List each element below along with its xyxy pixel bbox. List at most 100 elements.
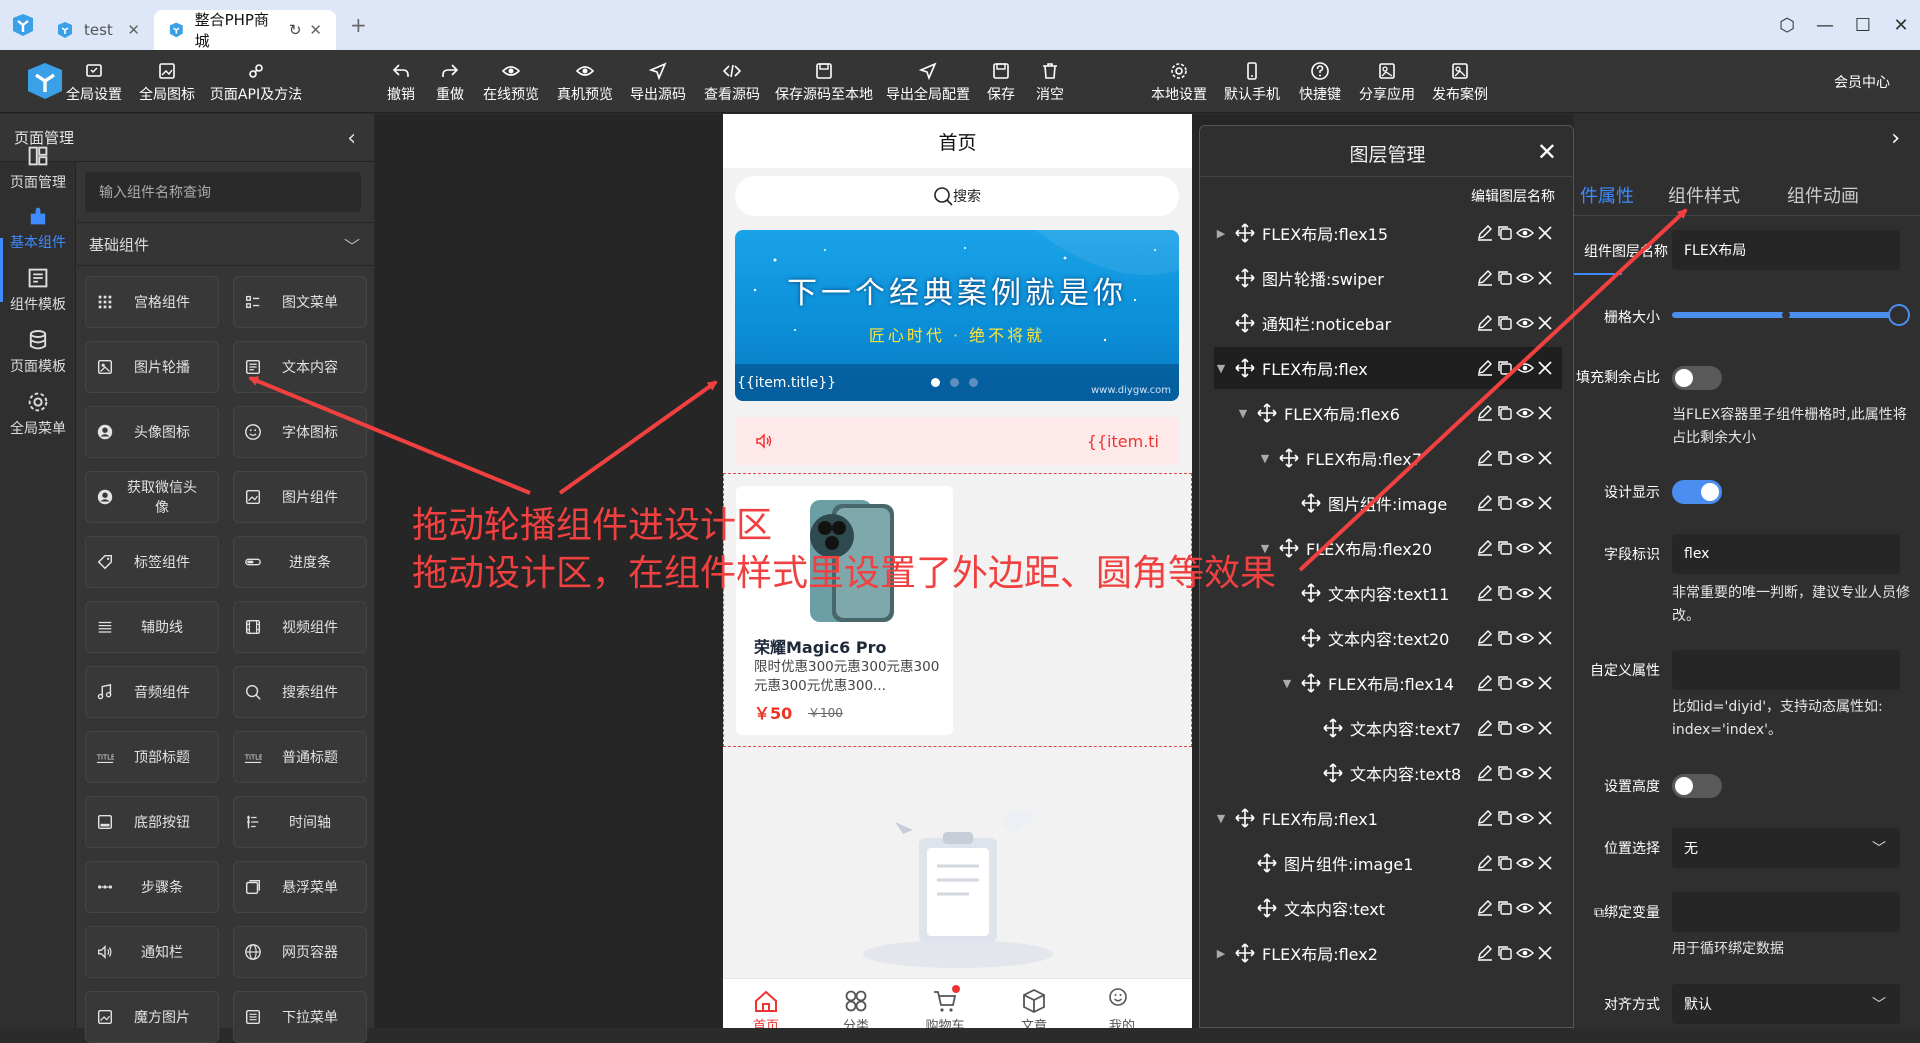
delete-icon[interactable] bbox=[1536, 584, 1554, 602]
component-item[interactable]: 悬浮菜单 bbox=[233, 861, 367, 913]
custom-attr-input[interactable] bbox=[1672, 650, 1900, 690]
grid-size-slider[interactable] bbox=[1672, 304, 1910, 326]
edit-icon[interactable] bbox=[1476, 404, 1494, 422]
drag-handle-icon[interactable] bbox=[1234, 222, 1256, 244]
fill-remaining-toggle[interactable] bbox=[1672, 366, 1722, 390]
edit-icon[interactable] bbox=[1476, 269, 1494, 287]
drag-handle-icon[interactable] bbox=[1256, 897, 1278, 919]
layer-row[interactable]: 图片组件:image bbox=[1214, 482, 1562, 524]
bind-var-input[interactable] bbox=[1672, 892, 1900, 932]
settings-hex-icon[interactable]: ⬡ bbox=[1768, 15, 1806, 36]
edit-icon[interactable] bbox=[1476, 224, 1494, 242]
component-item[interactable]: 文本内容 bbox=[233, 341, 367, 393]
position-select[interactable]: 无 ﹀ bbox=[1672, 828, 1900, 868]
copy-icon[interactable] bbox=[1496, 674, 1514, 692]
toolbar-button-center-7[interactable]: 导出全局配置 bbox=[886, 61, 970, 104]
component-item[interactable]: 进度条 bbox=[233, 536, 367, 588]
drag-handle-icon[interactable] bbox=[1256, 852, 1278, 874]
rail-item-3[interactable]: 页面模板 bbox=[0, 328, 76, 376]
browser-app-logo-icon[interactable] bbox=[4, 6, 42, 44]
eye-icon[interactable] bbox=[1516, 899, 1534, 917]
collapse-left-icon[interactable]: ‹ bbox=[347, 126, 356, 151]
edit-icon[interactable] bbox=[1476, 764, 1494, 782]
layer-row[interactable]: 文本内容:text8 bbox=[1214, 752, 1562, 794]
edit-icon[interactable] bbox=[1476, 854, 1494, 872]
delete-icon[interactable] bbox=[1536, 809, 1554, 827]
rail-item-2[interactable]: 组件模板 bbox=[0, 266, 76, 314]
component-item[interactable]: 视频组件 bbox=[233, 601, 367, 653]
slider-knob[interactable] bbox=[1888, 304, 1910, 326]
copy-icon[interactable] bbox=[1496, 764, 1514, 782]
copy-icon[interactable] bbox=[1496, 269, 1514, 287]
eye-icon[interactable] bbox=[1516, 629, 1534, 647]
layer-row[interactable]: ▶ FLEX布局:flex15 bbox=[1214, 212, 1562, 254]
field-id-input[interactable]: flex bbox=[1672, 534, 1900, 574]
expand-arrow-icon[interactable]: ▼ bbox=[1258, 452, 1272, 465]
reload-icon[interactable]: ↻ bbox=[289, 21, 302, 39]
drag-handle-icon[interactable] bbox=[1300, 492, 1322, 514]
maximize-icon[interactable]: ☐ bbox=[1844, 15, 1882, 36]
eye-icon[interactable] bbox=[1516, 944, 1534, 962]
drag-handle-icon[interactable] bbox=[1256, 402, 1278, 424]
eye-icon[interactable] bbox=[1516, 224, 1534, 242]
rail-item-4[interactable]: 全局菜单 bbox=[0, 390, 76, 438]
component-item[interactable]: 通知栏 bbox=[85, 926, 219, 978]
component-category-header[interactable]: 基础组件 ﹀ bbox=[77, 222, 374, 266]
delete-icon[interactable] bbox=[1536, 674, 1554, 692]
toolbar-button-center-3[interactable]: 真机预览 bbox=[545, 61, 625, 104]
component-item[interactable]: 步骤条 bbox=[85, 861, 219, 913]
copy-icon[interactable] bbox=[1496, 584, 1514, 602]
delete-icon[interactable] bbox=[1536, 764, 1554, 782]
component-item[interactable]: 音频组件 bbox=[85, 666, 219, 718]
swiper-dot-active[interactable] bbox=[931, 378, 940, 387]
component-item[interactable]: 下拉菜单 bbox=[233, 991, 367, 1043]
layer-row[interactable]: ▼ FLEX布局:flex bbox=[1214, 347, 1562, 389]
eye-icon[interactable] bbox=[1516, 314, 1534, 332]
edit-layer-name-button[interactable]: 编辑图层名称 bbox=[1471, 186, 1555, 206]
delete-icon[interactable] bbox=[1536, 899, 1554, 917]
tab-component-animation[interactable]: 组件动画 bbox=[1787, 182, 1859, 208]
set-height-toggle[interactable] bbox=[1672, 774, 1722, 798]
component-item[interactable]: 辅助线 bbox=[85, 601, 219, 653]
tab-component-style[interactable]: 组件样式 bbox=[1668, 182, 1740, 208]
eye-icon[interactable] bbox=[1516, 269, 1534, 287]
drag-handle-icon[interactable] bbox=[1234, 267, 1256, 289]
edit-icon[interactable] bbox=[1476, 899, 1494, 917]
copy-icon[interactable] bbox=[1496, 899, 1514, 917]
rail-item-0[interactable]: 页面管理 bbox=[0, 144, 76, 192]
layer-row[interactable]: ▶ FLEX布局:flex2 bbox=[1214, 932, 1562, 974]
eye-icon[interactable] bbox=[1516, 854, 1534, 872]
edit-icon[interactable] bbox=[1476, 449, 1494, 467]
delete-icon[interactable] bbox=[1536, 944, 1554, 962]
edit-icon[interactable] bbox=[1476, 359, 1494, 377]
layer-row[interactable]: ▼ FLEX布局:flex7 bbox=[1214, 437, 1562, 479]
copy-icon[interactable] bbox=[1496, 944, 1514, 962]
copy-icon[interactable] bbox=[1496, 809, 1514, 827]
align-select[interactable]: 默认 ﹀ bbox=[1672, 984, 1900, 1024]
delete-icon[interactable] bbox=[1536, 494, 1554, 512]
nav-item-2[interactable]: 购物车 bbox=[910, 985, 980, 1028]
minimize-icon[interactable]: — bbox=[1806, 15, 1844, 36]
expand-arrow-icon[interactable]: ▼ bbox=[1214, 812, 1228, 825]
copy-icon[interactable] bbox=[1496, 629, 1514, 647]
component-item[interactable]: 获取微信头像 bbox=[85, 471, 219, 523]
toolbar-button-left-1[interactable]: 全局图标 bbox=[127, 61, 207, 104]
expand-arrow-icon[interactable]: ▼ bbox=[1280, 677, 1294, 690]
eye-icon[interactable] bbox=[1516, 809, 1534, 827]
member-center-link[interactable]: 会员中心 bbox=[1834, 72, 1890, 92]
expand-arrow-icon[interactable]: ▶ bbox=[1214, 227, 1228, 240]
layer-row[interactable]: ▼ FLEX布局:flex14 bbox=[1214, 662, 1562, 704]
close-tab-icon[interactable]: ✕ bbox=[127, 21, 140, 39]
delete-icon[interactable] bbox=[1536, 404, 1554, 422]
edit-icon[interactable] bbox=[1476, 584, 1494, 602]
tab-component-props[interactable]: 件属性 bbox=[1580, 182, 1634, 208]
nav-item-4[interactable]: 我的 bbox=[1087, 987, 1157, 1028]
delete-icon[interactable] bbox=[1536, 314, 1554, 332]
delete-icon[interactable] bbox=[1536, 359, 1554, 377]
toolbar-button-center-5[interactable]: 查看源码 bbox=[692, 61, 772, 104]
layer-row[interactable]: ▼ FLEX布局:flex6 bbox=[1214, 392, 1562, 434]
layer-row[interactable]: 图片轮播:swiper bbox=[1214, 257, 1562, 299]
component-item[interactable]: TITLE 普通标题 bbox=[233, 731, 367, 783]
eye-icon[interactable] bbox=[1516, 584, 1534, 602]
copy-icon[interactable] bbox=[1496, 854, 1514, 872]
